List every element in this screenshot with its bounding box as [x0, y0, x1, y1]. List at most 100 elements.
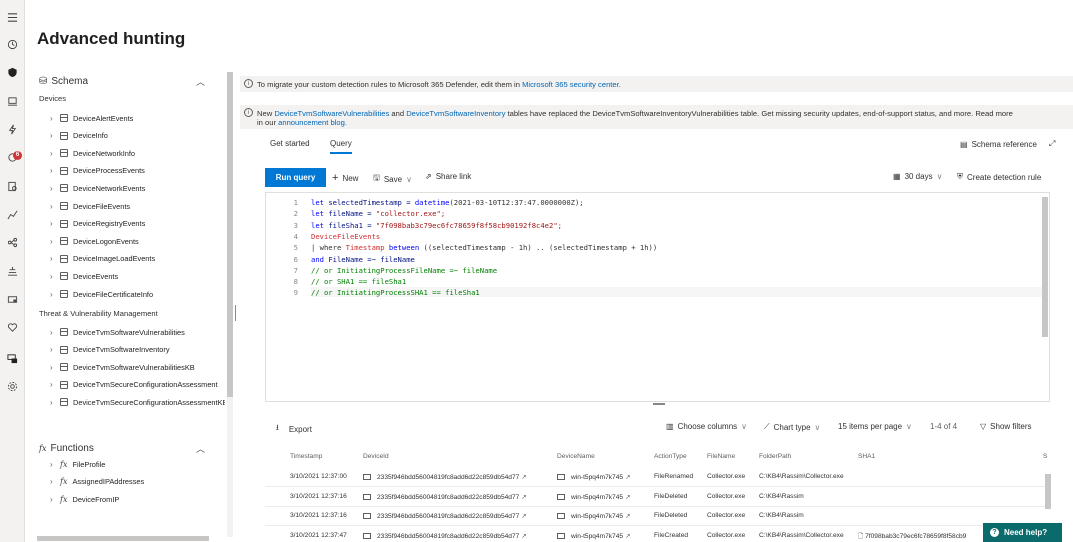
editor-resize-handle[interactable] [653, 403, 665, 405]
schema-horizontal-scrollbar[interactable] [37, 536, 209, 541]
chevron-right-icon[interactable]: › [50, 254, 58, 263]
schema-table-item[interactable]: › DeviceTvmSoftwareVulnerabilities [50, 325, 185, 339]
open-external-icon[interactable]: ↗ [521, 474, 527, 481]
schema-table-item[interactable]: › DeviceTvmSecureConfigurationAssessment [50, 378, 218, 392]
table-row[interactable]: 3/10/2021 12:37:47 2335f946bdd56004819fc8… [265, 527, 1045, 542]
chevron-right-icon[interactable]: › [50, 363, 58, 372]
table-row[interactable]: 3/10/2021 12:37:16 2335f946bdd56004819fc8… [265, 507, 1045, 526]
schema-table-item[interactable]: › DeviceTvmSoftwareVulnerabilitiesKB [50, 360, 195, 374]
function-item[interactable]: › fx AssignedIPAddresses [50, 475, 144, 489]
column-header[interactable]: SHA1 [858, 453, 875, 460]
open-external-icon[interactable]: ↗ [521, 533, 527, 540]
schema-header[interactable]: ⛁ Schema [39, 76, 88, 87]
schema-table-item[interactable]: › DeviceInfo [50, 129, 108, 143]
expand-icon[interactable]: ⤢ [1049, 139, 1055, 149]
chevron-right-icon[interactable]: › [50, 477, 58, 486]
run-query-button[interactable]: Run query [265, 168, 326, 187]
reports-icon[interactable] [3, 205, 21, 223]
schema-collapse-icon[interactable]: ︿ [196, 75, 205, 88]
schema-table-item[interactable]: › DeviceRegistryEvents [50, 217, 145, 231]
schema-table-item[interactable]: › DeviceFileEvents [50, 199, 130, 213]
hunting-icon[interactable] [3, 177, 21, 195]
chevron-right-icon[interactable]: › [50, 328, 58, 337]
table-row[interactable]: 3/10/2021 12:37:00 2335f946bdd56004819fc8… [265, 468, 1045, 487]
chevron-right-icon[interactable]: › [50, 219, 58, 228]
open-external-icon[interactable]: ↗ [521, 513, 527, 520]
schema-table-item[interactable]: › DeviceTvmSoftwareInventory [50, 343, 170, 357]
column-header[interactable]: FolderPath [759, 453, 791, 460]
time-range-dropdown[interactable]: ▦ 30 days ∨ [893, 172, 942, 181]
panel-resize-handle[interactable] [235, 305, 236, 321]
announcement-blog-link[interactable]: announcement blog. [278, 118, 347, 127]
tab-query[interactable]: Query [330, 139, 352, 154]
function-item[interactable]: › fx FileProfile [50, 457, 105, 471]
chevron-right-icon[interactable]: › [50, 184, 58, 193]
schema-table-item[interactable]: › DeviceEvents [50, 269, 118, 283]
create-detection-rule-button[interactable]: ⛨ Create detection rule [957, 172, 1041, 182]
chevron-right-icon[interactable]: › [50, 398, 58, 407]
function-item[interactable]: › fx DeviceFromIP [50, 492, 119, 506]
chevron-right-icon[interactable]: › [50, 131, 58, 140]
security-center-link[interactable]: Microsoft 365 security center. [522, 80, 621, 89]
open-external-icon[interactable]: ↗ [625, 474, 631, 481]
chevron-right-icon[interactable]: › [50, 272, 58, 281]
settings-icon[interactable] [3, 377, 21, 395]
chevron-right-icon[interactable]: › [50, 380, 58, 389]
need-help-button[interactable]: ? Need help? [983, 523, 1062, 542]
share-link-button[interactable]: ⇗ Share link [425, 172, 471, 181]
functions-collapse-icon[interactable]: ︿ [196, 442, 205, 455]
query-editor[interactable]: 1 let selectedTimestamp = datetime(2021-0… [265, 192, 1050, 402]
chart-type-button[interactable]: ⟋ Chart type ∨ [764, 422, 820, 432]
chevron-right-icon[interactable]: › [50, 290, 58, 299]
schema-table-item[interactable]: › DeviceLogonEvents [50, 234, 139, 248]
chevron-right-icon[interactable]: › [50, 114, 58, 123]
schema-table-item[interactable]: › DeviceTvmSecureConfigurationAssessmentK… [50, 395, 225, 409]
devices-icon[interactable] [3, 92, 21, 110]
tvm-inventory-link[interactable]: DeviceTvmSoftwareInventory [406, 109, 505, 118]
cell-value[interactable]: win-t5pq4m7k745 [571, 494, 623, 501]
column-header[interactable]: DeviceId [363, 453, 389, 460]
cell-value[interactable]: 2335f946bdd56004819fc8add6d22c859db54d77 [377, 533, 519, 540]
cell-value[interactable]: 2335f946bdd56004819fc8add6d22c859db54d77 [377, 474, 519, 481]
chevron-right-icon[interactable]: › [50, 149, 58, 158]
chevron-right-icon[interactable]: › [50, 166, 58, 175]
show-filters-button[interactable]: ▽ Show filters [980, 422, 1032, 431]
cell-value[interactable]: win-t5pq4m7k745 [571, 513, 623, 520]
chevron-right-icon[interactable]: › [50, 202, 58, 211]
schema-table-item[interactable]: › DeviceNetworkInfo [50, 146, 135, 160]
schema-reference-button[interactable]: ▤ Schema reference ⤢ [960, 139, 1055, 149]
column-header[interactable]: FileName [707, 453, 735, 460]
health-icon[interactable] [3, 318, 21, 336]
incidents-icon[interactable] [3, 120, 21, 138]
chevron-right-icon[interactable]: › [50, 495, 58, 504]
cell-value[interactable]: 2335f946bdd56004819fc8add6d22c859db54d77 [377, 513, 519, 520]
home-icon[interactable] [3, 35, 21, 53]
schema-table-item[interactable]: › DeviceFileCertificateInfo [50, 287, 153, 301]
learning-icon[interactable] [3, 290, 21, 308]
choose-columns-button[interactable]: ▥ Choose columns ∨ [666, 422, 747, 431]
schema-table-item[interactable]: › DeviceImageLoadEvents [50, 252, 155, 266]
cell-value[interactable]: 2335f946bdd56004819fc8add6d22c859db54d77 [377, 494, 519, 501]
permissions-icon[interactable] [3, 349, 21, 367]
page-size-dropdown[interactable]: 15 items per page ∨ [838, 422, 912, 431]
column-header[interactable]: ActionType [654, 453, 687, 460]
export-button[interactable]: ⭳ Export [276, 422, 312, 436]
chevron-right-icon[interactable]: › [50, 237, 58, 246]
tab-get-started[interactable]: Get started [270, 139, 310, 148]
chevron-right-icon[interactable]: › [50, 460, 58, 469]
cell-value[interactable]: win-t5pq4m7k745 [571, 533, 623, 540]
open-external-icon[interactable]: ↗ [521, 494, 527, 501]
schema-scrollbar[interactable] [227, 72, 233, 397]
schema-table-item[interactable]: › DeviceNetworkEvents [50, 181, 145, 195]
column-header[interactable]: Timestamp [290, 453, 322, 460]
functions-header[interactable]: fx Functions [39, 443, 94, 454]
table-row[interactable]: 3/10/2021 12:37:16 2335f946bdd56004819fc8… [265, 488, 1045, 507]
results-scrollbar[interactable] [1045, 474, 1051, 509]
menu-icon[interactable] [3, 8, 21, 26]
open-external-icon[interactable]: ↗ [625, 494, 631, 501]
chevron-right-icon[interactable]: › [50, 345, 58, 354]
schema-table-item[interactable]: › DeviceAlertEvents [50, 111, 133, 125]
tvm-vulnerabilities-link[interactable]: DeviceTvmSoftwareVulnerabilities [274, 109, 389, 118]
save-button[interactable]: 🖫 Save ∨ [373, 172, 412, 186]
schema-table-item[interactable]: › DeviceProcessEvents [50, 164, 145, 178]
